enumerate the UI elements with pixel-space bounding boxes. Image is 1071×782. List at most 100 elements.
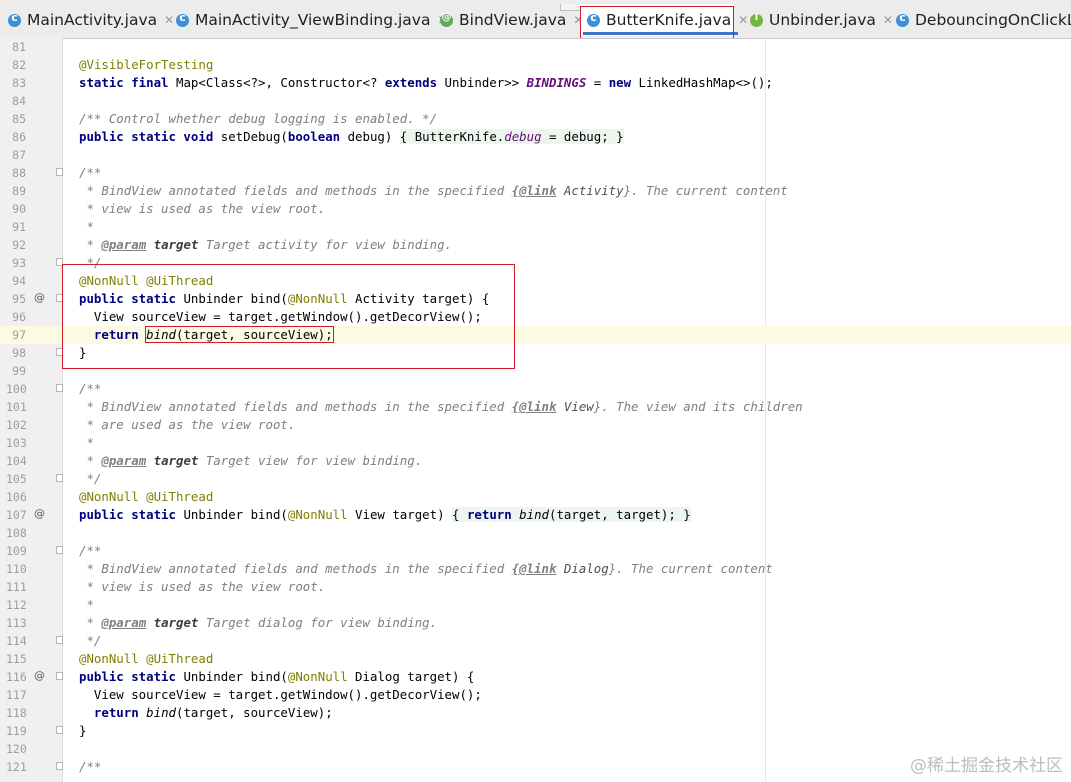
fold-marker-icon[interactable] <box>56 294 63 302</box>
code-text: Unbinder>> <box>437 75 527 90</box>
code-text: View target) <box>347 507 453 522</box>
line-number: 95 <box>12 292 26 306</box>
annotation: @NonNull @UiThread <box>79 489 214 504</box>
code-line: 108 <box>0 524 1071 542</box>
line-number: 114 <box>6 634 27 648</box>
code-line: 87 <box>0 146 1071 164</box>
override-marker-icon[interactable]: @ <box>34 507 45 520</box>
tab-mainactivity-viewbinding[interactable]: MainActivity_ViewBinding.java ✕ <box>176 4 448 36</box>
fold-marker-icon[interactable] <box>56 546 63 554</box>
comment: * <box>79 597 94 612</box>
tab-label: MainActivity.java <box>27 11 158 29</box>
code-line: 86 public static void setDebug(boolean d… <box>0 128 1071 146</box>
code-line: 83 static final Map<Class<?>, Constructo… <box>0 74 1071 92</box>
folded-block[interactable]: { return bind(target, target); } <box>452 507 691 522</box>
annotation: @NonNull @UiThread <box>79 273 214 288</box>
override-marker-icon[interactable]: @ <box>34 669 45 682</box>
code-line: 84 <box>0 92 1071 110</box>
fold-marker-icon[interactable] <box>56 168 63 176</box>
code-text: (target, sourceView); <box>176 705 333 720</box>
line-number: 112 <box>6 598 27 612</box>
annotation: @NonNull @UiThread <box>79 651 214 666</box>
code-line: 82 @VisibleForTesting <box>0 56 1071 74</box>
code-line: 110 * BindView annotated fields and meth… <box>0 560 1071 578</box>
fold-marker-icon[interactable] <box>56 636 63 644</box>
line-number: 83 <box>12 76 26 90</box>
fold-marker-icon[interactable] <box>56 726 63 734</box>
keyword: public static <box>79 669 176 684</box>
fold-marker-icon[interactable] <box>56 348 63 356</box>
line-number: 97 <box>12 328 26 342</box>
code-text: { <box>452 507 467 522</box>
javadoc-tag: {@link <box>511 399 557 414</box>
code-text: View sourceView = target.getWindow().get… <box>79 687 482 702</box>
selected-call[interactable]: bind(target, sourceView); <box>145 326 334 343</box>
code-line: 94 @NonNull @UiThread <box>0 272 1071 290</box>
tab-label: BindView.java <box>459 11 567 29</box>
tab-bindview[interactable]: BindView.java ✕ <box>440 4 583 36</box>
code-line: 100 /** <box>0 380 1071 398</box>
line-number: 82 <box>12 58 26 72</box>
close-icon[interactable]: ✕ <box>164 13 174 27</box>
code-line: 92 * @param target Target activity for v… <box>0 236 1071 254</box>
code-line: 109 /** <box>0 542 1071 560</box>
keyword: return <box>93 327 139 342</box>
class-icon <box>896 11 909 27</box>
line-number: 92 <box>12 238 26 252</box>
code-line: 105 */ <box>0 470 1071 488</box>
close-icon[interactable]: ✕ <box>738 13 748 27</box>
comment: /** <box>79 759 102 774</box>
line-number: 121 <box>6 760 27 774</box>
code-line: 96 View sourceView = target.getWindow().… <box>0 308 1071 326</box>
line-number: 90 <box>12 202 26 216</box>
comment: Target dialog for view binding. <box>198 615 438 630</box>
line-number: 93 <box>12 256 26 270</box>
comment: */ <box>79 471 102 486</box>
code-text: Unbinder bind( <box>175 669 288 684</box>
line-number: 99 <box>12 364 26 378</box>
keyword: return <box>93 705 139 720</box>
tab-mainactivity[interactable]: MainActivity.java ✕ <box>8 4 174 36</box>
comment: * BindView annotated fields and methods … <box>79 399 512 414</box>
tab-debouncingonclicklistener[interactable]: DebouncingOnClickLis <box>896 4 1071 36</box>
static-field: debug <box>504 129 542 144</box>
comment: }. The view and its children <box>593 399 803 414</box>
code-line: 98 } <box>0 344 1071 362</box>
line-number: 87 <box>12 148 26 162</box>
javadoc-param: target <box>146 453 199 468</box>
code-line: 107 @ public static Unbinder bind(@NonNul… <box>0 506 1071 524</box>
fold-marker-icon[interactable] <box>56 672 63 680</box>
line-number: 89 <box>12 184 26 198</box>
method-call: bind <box>146 327 176 342</box>
keyword: public static <box>79 507 176 522</box>
code-text: (target, target); } <box>549 507 691 522</box>
comment: /** <box>79 543 102 558</box>
tab-label: DebouncingOnClickLis <box>915 11 1071 29</box>
code-line: 89 * BindView annotated fields and metho… <box>0 182 1071 200</box>
fold-marker-icon[interactable] <box>56 762 63 770</box>
line-number: 116 <box>6 670 27 684</box>
line-number: 118 <box>6 706 27 720</box>
fold-marker-icon[interactable] <box>56 384 63 392</box>
code-line: 115 @NonNull @UiThread <box>0 650 1071 668</box>
line-number: 98 <box>12 346 26 360</box>
javadoc-tag: @param <box>101 453 147 468</box>
code-line: 118 return bind(target, sourceView); <box>0 704 1071 722</box>
tab-label: MainActivity_ViewBinding.java <box>195 11 431 29</box>
override-marker-icon[interactable]: @ <box>34 291 45 304</box>
method-call: bind <box>519 507 550 522</box>
comment: * are used as the view root. <box>79 417 296 432</box>
current-line: 97 return bind(target, sourceView); <box>0 326 1071 344</box>
code-text: } <box>79 345 87 360</box>
javadoc-tag: {@link <box>511 183 557 198</box>
code-line: 88 /** <box>0 164 1071 182</box>
folded-block[interactable]: { ButterKnife.debug = debug; } <box>399 129 624 144</box>
tab-unbinder[interactable]: Unbinder.java ✕ <box>750 4 893 36</box>
close-icon[interactable]: ✕ <box>883 13 893 27</box>
line-number: 86 <box>12 130 26 144</box>
code-text: Dialog target) { <box>347 669 475 684</box>
fold-marker-icon[interactable] <box>56 474 63 482</box>
fold-marker-icon[interactable] <box>56 258 63 266</box>
annotation: @VisibleForTesting <box>79 57 214 72</box>
comment: }. The current content <box>608 561 773 576</box>
